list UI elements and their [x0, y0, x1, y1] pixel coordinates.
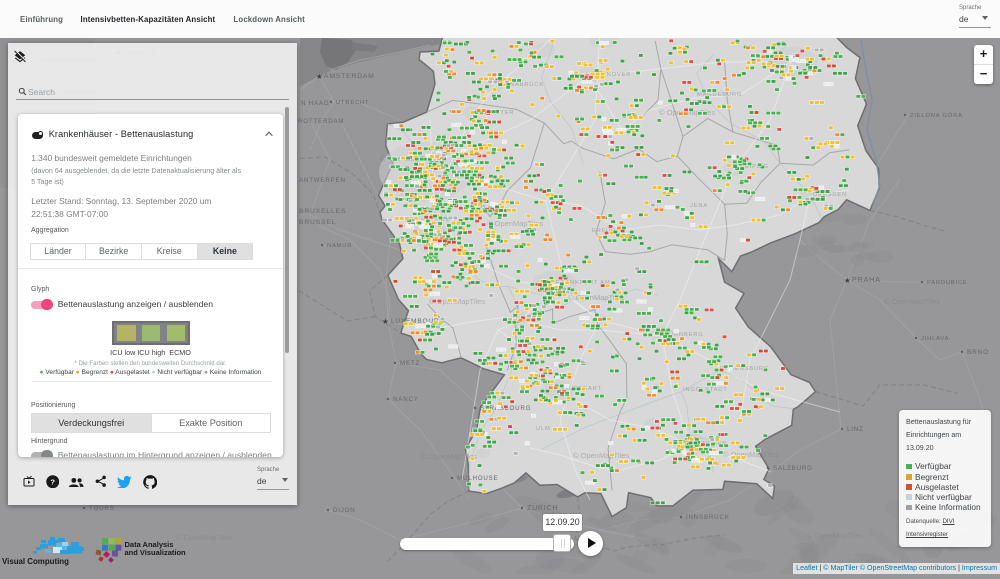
- svg-text:AMSTERDAM: AMSTERDAM: [324, 73, 375, 80]
- svg-text:ULM: ULM: [536, 426, 551, 432]
- svg-text:★: ★: [316, 72, 323, 81]
- svg-text:N HAAG: N HAAG: [301, 100, 330, 107]
- svg-text:INGOLSTADT: INGOLSTADT: [683, 387, 728, 393]
- svg-text:MULHOUSE: MULHOUSE: [457, 475, 498, 482]
- svg-text:Visual Computing: Visual Computing: [2, 557, 69, 566]
- svg-text:BRUXELLES: BRUXELLES: [299, 208, 346, 215]
- svg-text:ZIELONA GÓRA: ZIELONA GÓRA: [910, 112, 963, 119]
- svg-text:© OpenMapTiles: © OpenMapTiles: [807, 531, 863, 540]
- svg-text:★: ★: [844, 276, 851, 285]
- svg-text:?: ?: [50, 477, 55, 486]
- svg-text:PARDUBICE: PARDUBICE: [927, 280, 968, 286]
- svg-text:ROTTERDAM: ROTTERDAM: [298, 118, 344, 125]
- svg-text:INNSBRUCK: INNSBRUCK: [686, 514, 730, 521]
- svg-text:MAGDEBURG: MAGDEBURG: [697, 92, 742, 98]
- svg-text:NANCY: NANCY: [393, 396, 419, 403]
- svg-text:© OpenMapTiles: © OpenMapTiles: [421, 452, 477, 461]
- svg-text:JIHLAVA: JIHLAVA: [921, 336, 949, 342]
- svg-text:DIJON: DIJON: [333, 507, 356, 514]
- svg-text:ANTWERPEN: ANTWERPEN: [299, 177, 346, 184]
- svg-text:BRNO: BRNO: [967, 349, 989, 356]
- svg-text:PRAHA: PRAHA: [852, 275, 881, 284]
- svg-text:and Visualization: and Visualization: [125, 548, 187, 557]
- svg-text:NAMUR: NAMUR: [327, 243, 352, 249]
- svg-text:ZÜRICH: ZÜRICH: [527, 504, 558, 512]
- svg-text:© OpenMapTiles: © OpenMapTiles: [573, 451, 629, 460]
- svg-text:SALZBURG: SALZBURG: [773, 465, 813, 472]
- svg-text:JENA: JENA: [690, 203, 708, 209]
- svg-text:© OpenMapTiles: © OpenMapTiles: [884, 297, 940, 306]
- svg-text:TOURS: TOURS: [89, 505, 115, 512]
- svg-text:UTRECHT: UTRECHT: [336, 100, 369, 106]
- svg-text:BRUSSEL: BRUSSEL: [299, 219, 336, 226]
- svg-text:★: ★: [382, 317, 389, 326]
- svg-text:LINZ: LINZ: [847, 426, 864, 433]
- svg-text:METZ: METZ: [400, 360, 420, 367]
